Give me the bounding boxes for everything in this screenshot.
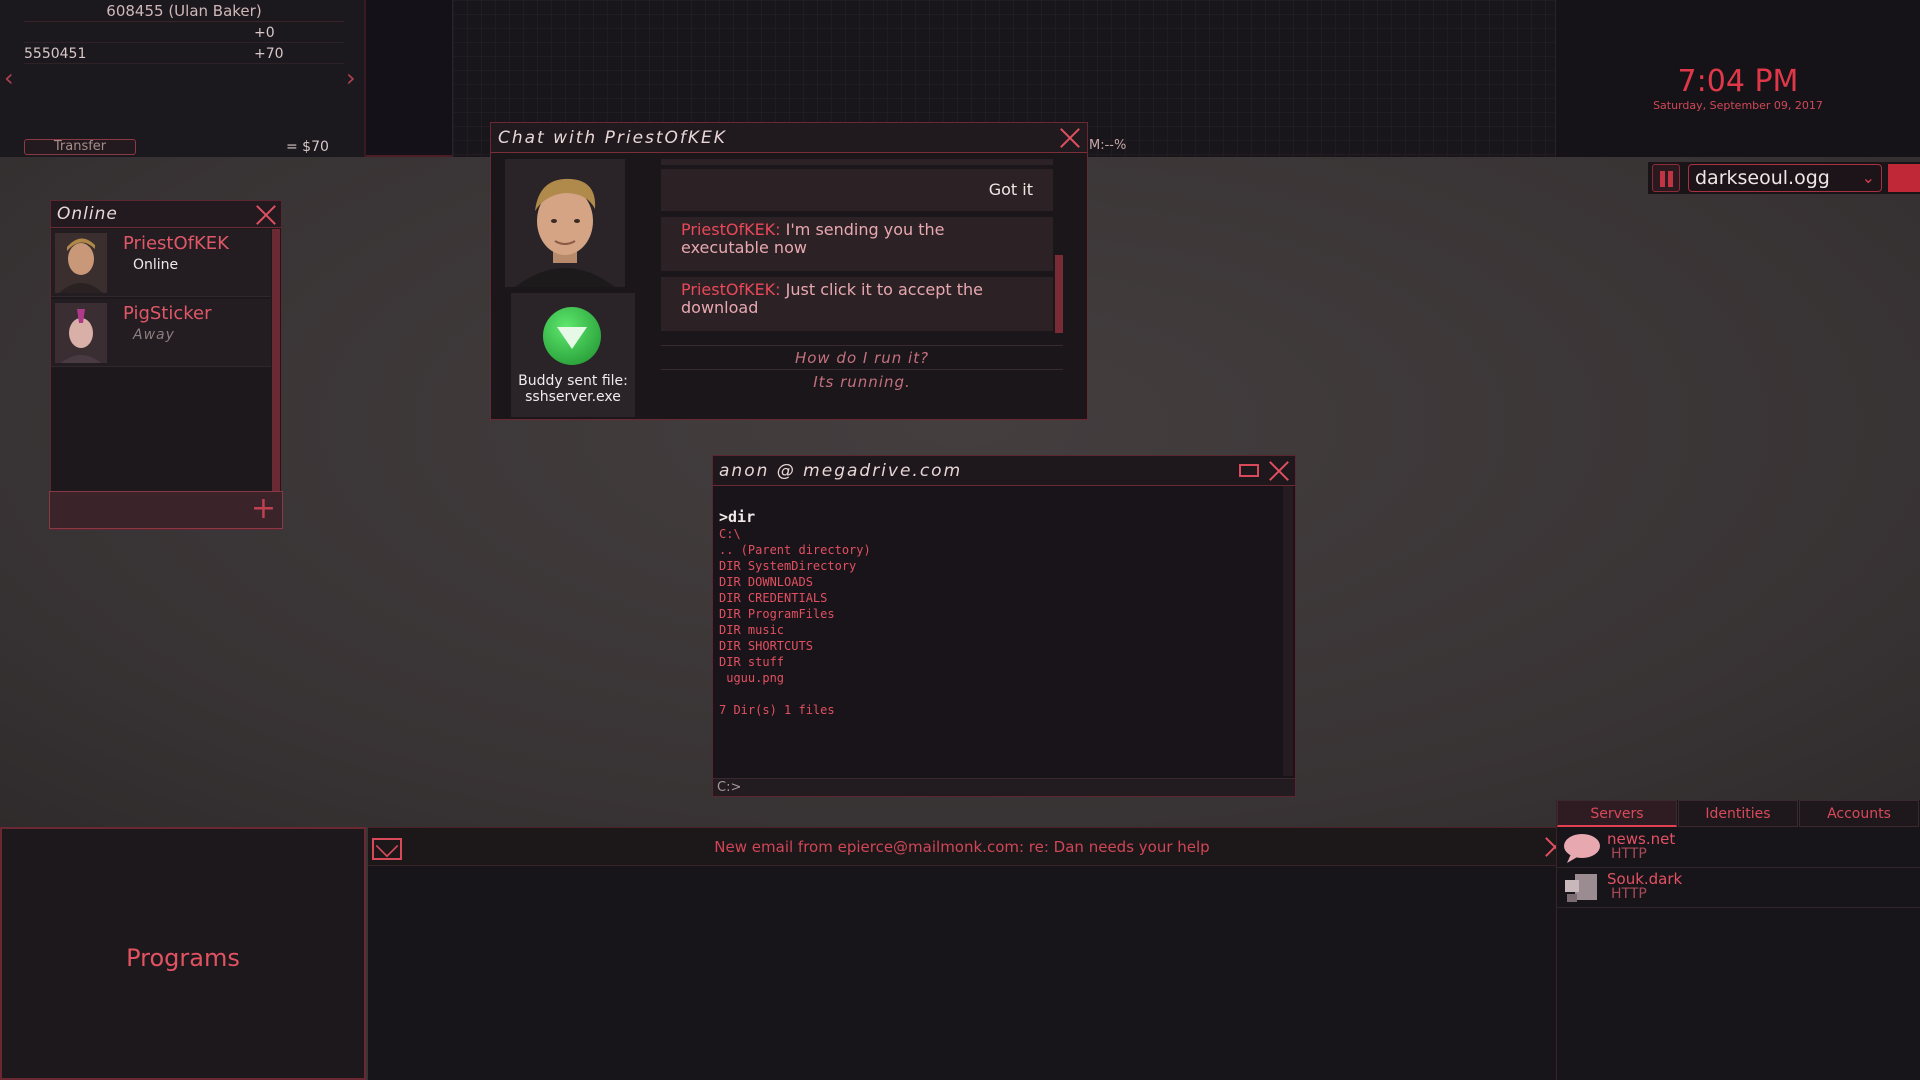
clock-time: 7:04 PM	[1677, 64, 1799, 99]
terminal-output: >dir C:\ .. (Parent directory) DIR Syste…	[719, 508, 1279, 718]
message-list: Got it PriestOfKEK: I'm sending you the …	[661, 159, 1053, 369]
terminal-line: .. (Parent directory)	[719, 543, 871, 557]
message-text: Got it	[988, 180, 1033, 199]
network-tabs: Servers Identities Accounts	[1557, 800, 1920, 827]
track-select[interactable]: darkseoul.ogg ⌄	[1688, 164, 1882, 192]
tab-identities[interactable]: Identities	[1678, 800, 1798, 827]
terminal-line: DIR CREDENTIALS	[719, 591, 828, 605]
buddy-status: Away	[133, 327, 175, 343]
tab-accounts[interactable]: Accounts	[1799, 800, 1919, 827]
volume-bar[interactable]	[1888, 164, 1920, 192]
pause-button[interactable]	[1652, 164, 1680, 192]
contact-portrait	[505, 159, 625, 287]
terminal-title: anon @ megadrive.com	[719, 461, 963, 481]
email-panel: New email from epierce@mailmonk.com: re:…	[368, 827, 1556, 1080]
close-icon[interactable]	[255, 204, 277, 226]
terminal-input[interactable]: C:>	[713, 778, 1295, 796]
scrollbar[interactable]	[272, 229, 280, 529]
programs-label: Programs	[126, 944, 240, 972]
transfer-button[interactable]: Transfer	[24, 139, 136, 155]
terminal-line: DIR music	[719, 623, 785, 637]
close-icon[interactable]	[1059, 127, 1081, 149]
add-buddy-bar[interactable]: +	[49, 491, 283, 529]
server-item[interactable]: news.net HTTP	[1557, 828, 1920, 868]
chat-window-header[interactable]: Chat with PriestOfKEK	[491, 123, 1087, 153]
online-window-title: Online	[57, 204, 118, 224]
file-caption: Buddy sent file: sshserver.exe	[511, 373, 635, 405]
speech-bubble-icon	[1564, 834, 1600, 863]
chat-window-title: Chat with PriestOfKEK	[498, 128, 727, 148]
clock-panel: 7:04 PM Saturday, September 09, 2017	[1556, 0, 1920, 157]
next-account-icon[interactable]: ›	[346, 66, 356, 90]
avatar	[55, 303, 107, 363]
network-panel: Servers Identities Accounts news.net HTT…	[1556, 800, 1920, 1080]
message-item: PriestOfKEK: I'm sending you the executa…	[661, 217, 1053, 271]
bank-row-delta: +70	[254, 46, 284, 62]
computer-icon	[1565, 874, 1597, 902]
server-protocol: HTTP	[1611, 886, 1647, 902]
online-window-header[interactable]: Online	[51, 201, 281, 228]
terminal-header[interactable]: anon @ megadrive.com	[713, 456, 1295, 486]
add-icon[interactable]: +	[251, 494, 276, 524]
server-item[interactable]: Souk.dark HTTP	[1557, 868, 1920, 908]
server-protocol: HTTP	[1611, 846, 1647, 862]
close-icon[interactable]	[1268, 460, 1290, 482]
online-window: Online PriestOfKEK Online PigSticker Awa…	[49, 200, 283, 530]
received-file[interactable]: Buddy sent file: sshserver.exe	[511, 293, 635, 417]
terminal-window: anon @ megadrive.com >dir C:\ .. (Parent…	[712, 455, 1296, 797]
bank-row: +0	[24, 25, 344, 43]
message-sender: PriestOfKEK:	[681, 280, 781, 299]
bank-row: 5550451 +70	[24, 46, 344, 64]
email-notification-bar[interactable]: New email from epierce@mailmonk.com: re:…	[368, 828, 1556, 866]
buddy-name: PriestOfKEK	[123, 233, 229, 254]
terminal-line: uguu.png	[719, 671, 785, 685]
terminal-command: >dir	[719, 508, 756, 526]
scrollbar[interactable]	[1055, 255, 1063, 333]
message-sender: PriestOfKEK:	[681, 220, 781, 239]
terminal-line: C:\	[719, 527, 741, 541]
pause-icon	[1668, 171, 1673, 187]
buddy-item[interactable]: PriestOfKEK Online	[51, 229, 271, 297]
bank-account-name: 608455 (Ulan Baker)	[24, 0, 344, 22]
file-caption-label: Buddy sent file:	[518, 373, 628, 389]
track-name: darkseoul.ogg	[1695, 167, 1830, 189]
clock-date: Saturday, September 09, 2017	[1653, 99, 1823, 112]
bank-panel: 608455 (Ulan Baker) +0 5550451 +70 ‹ › T…	[0, 0, 366, 157]
chevron-down-icon: ⌄	[1861, 168, 1875, 187]
reply-option[interactable]: Its running.	[661, 369, 1063, 393]
programs-panel[interactable]: Programs	[0, 827, 366, 1080]
terminal-line: DIR DOWNLOADS	[719, 575, 813, 589]
chat-window: Chat with PriestOfKEK Buddy sent file: s…	[490, 122, 1088, 420]
bank-row-balance: 5550451	[24, 46, 87, 62]
tab-servers[interactable]: Servers	[1557, 800, 1677, 827]
buddy-name: PigSticker	[123, 303, 212, 324]
buddy-item[interactable]: PigSticker Away	[51, 299, 271, 367]
file-name: sshserver.exe	[525, 389, 621, 405]
pause-icon	[1660, 171, 1665, 187]
music-player: darkseoul.ogg ⌄	[1648, 162, 1920, 194]
bank-total: = $70	[286, 139, 329, 155]
avatar	[55, 233, 107, 293]
terminal-line: DIR SystemDirectory	[719, 559, 857, 573]
terminal-line: 7 Dir(s) 1 files	[719, 703, 835, 717]
download-icon[interactable]	[543, 307, 601, 365]
email-notification-text: New email from epierce@mailmonk.com: re:…	[714, 838, 1210, 856]
message-item	[661, 159, 1053, 165]
terminal-line: DIR ProgramFiles	[719, 607, 835, 621]
scrollbar[interactable]	[1283, 486, 1293, 776]
terminal-line: DIR SHORTCUTS	[719, 639, 813, 653]
terminal-line: DIR stuff	[719, 655, 785, 669]
message-item: Got it	[661, 169, 1053, 211]
ram-usage-label: M:--%	[1089, 138, 1127, 153]
reply-option[interactable]: How do I run it?	[661, 345, 1063, 369]
bank-row-delta: +0	[254, 25, 275, 41]
buddy-status: Online	[133, 257, 179, 273]
message-item: PriestOfKEK: Just click it to accept the…	[661, 277, 1053, 331]
prev-account-icon[interactable]: ‹	[4, 66, 14, 90]
maximize-icon[interactable]	[1239, 464, 1259, 477]
